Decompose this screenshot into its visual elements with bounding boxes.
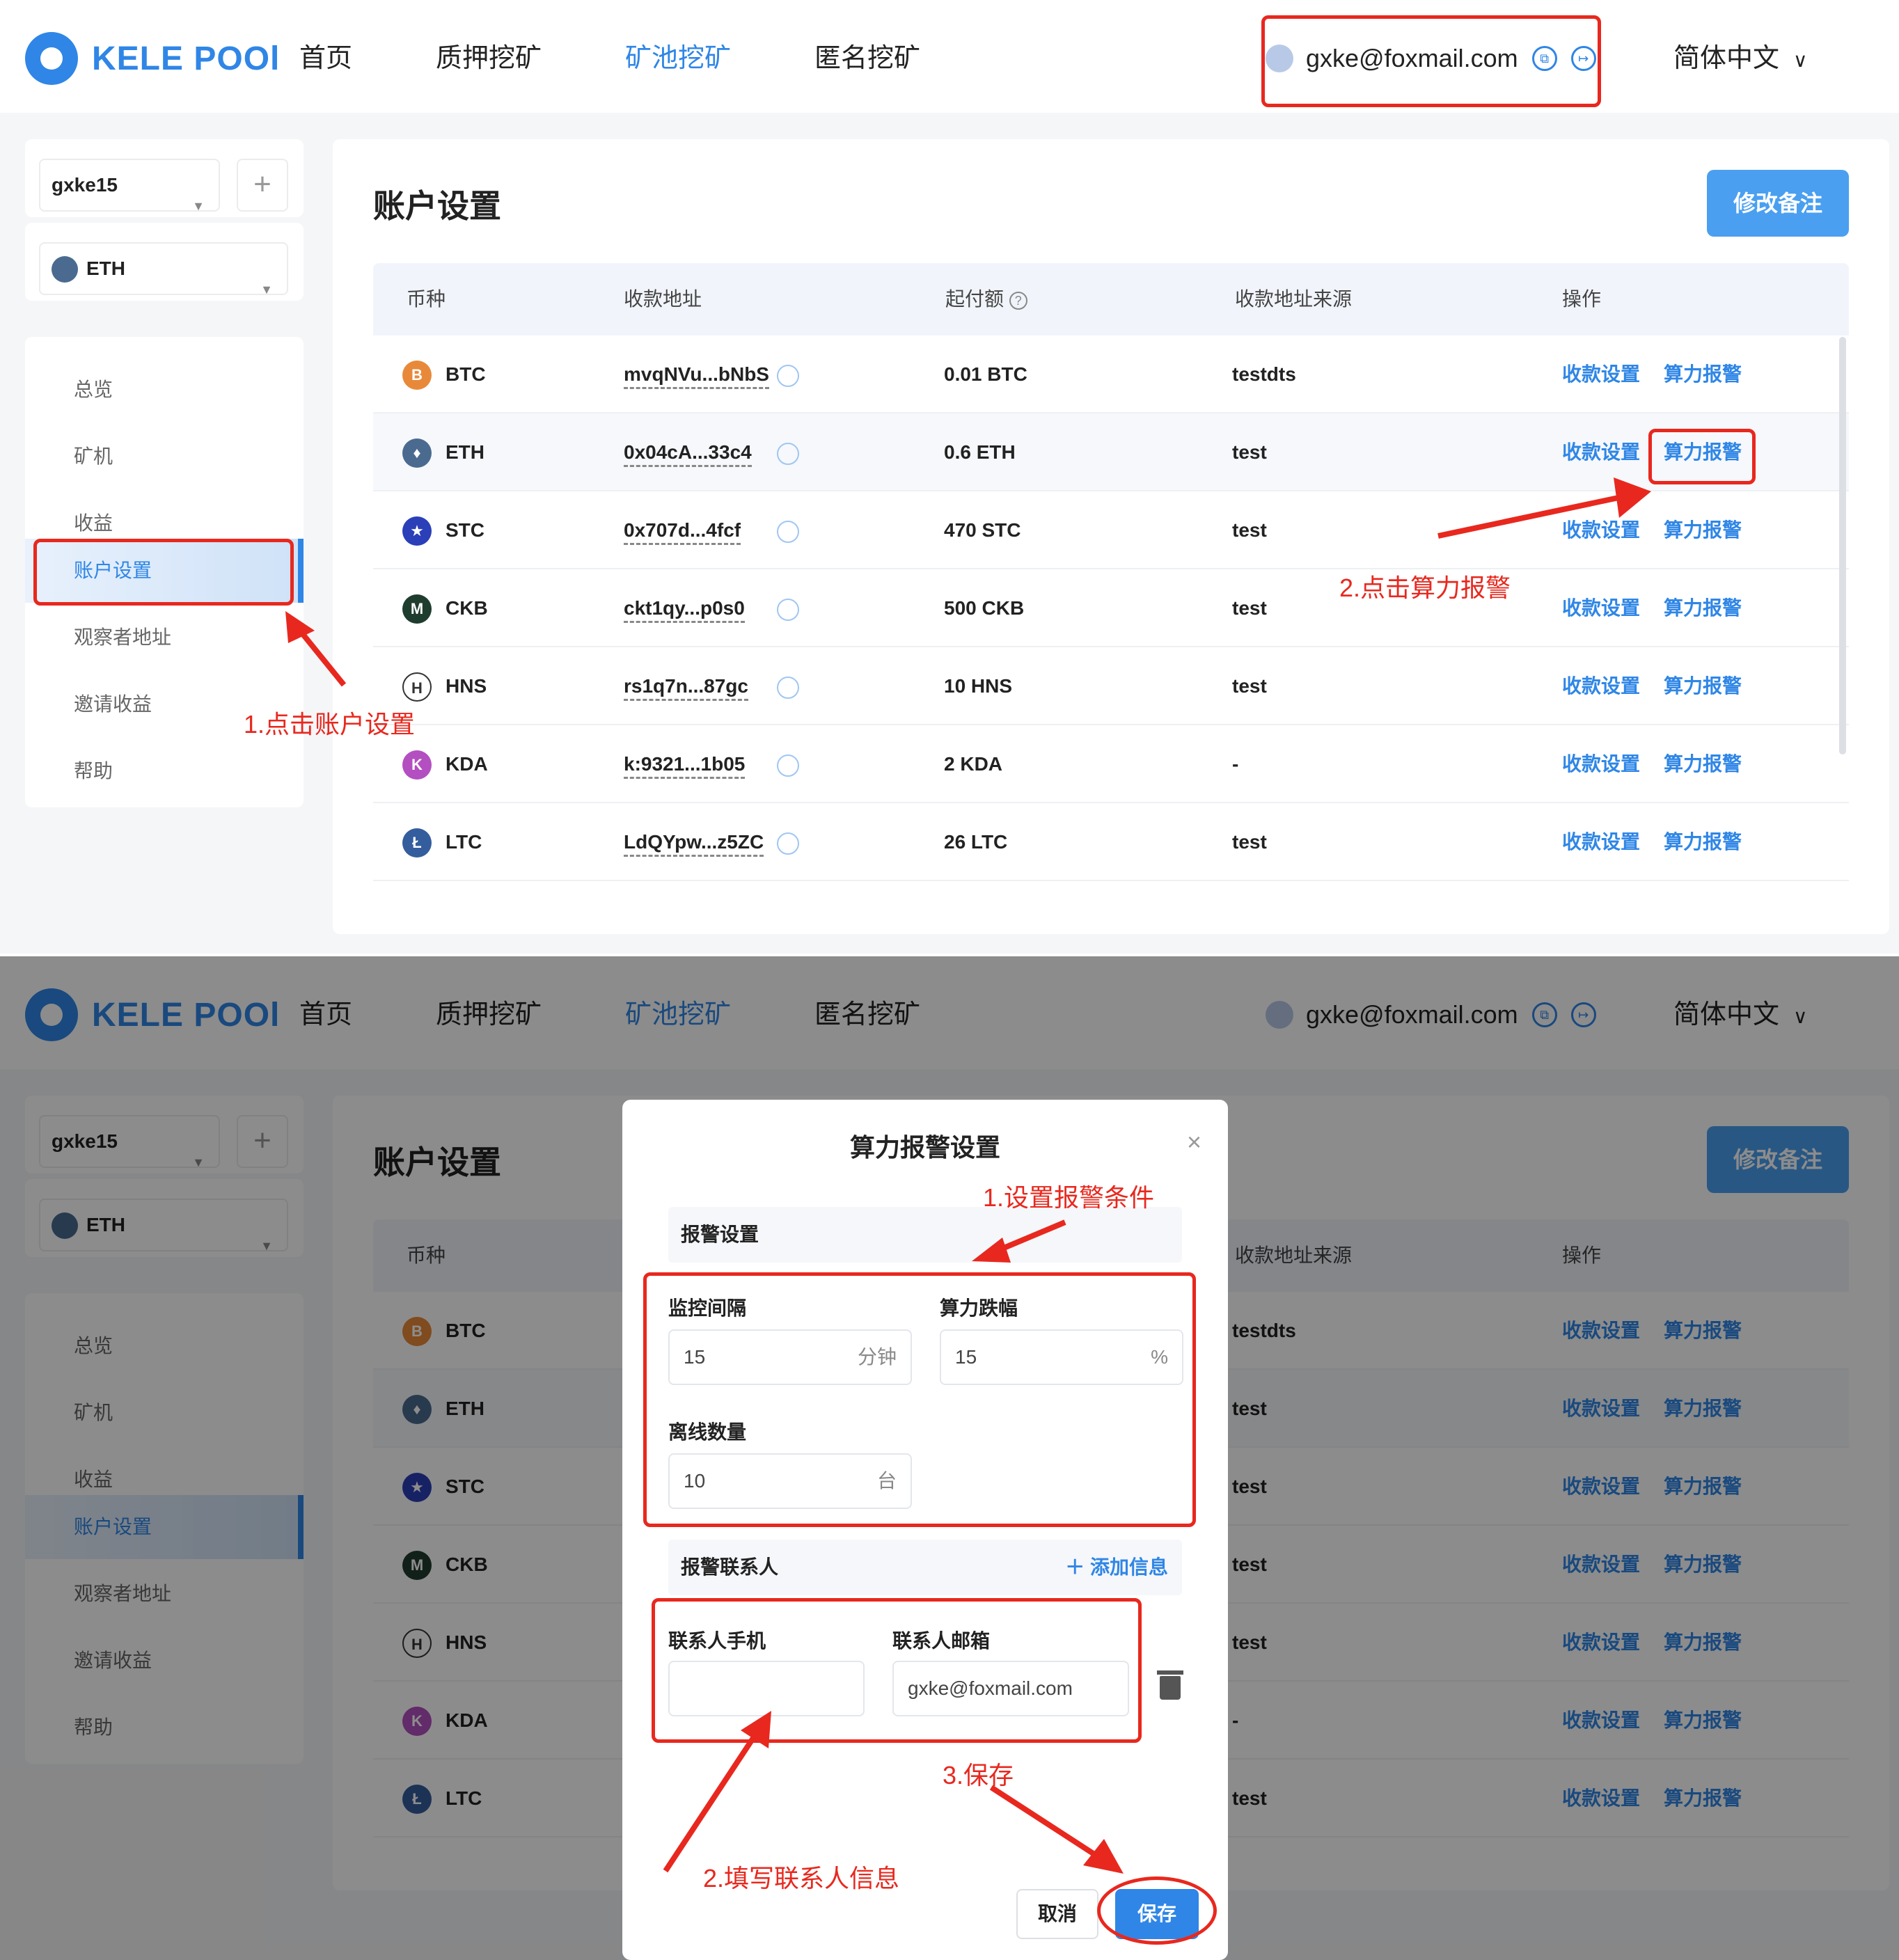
account-settings-screen: KELE POOl 首页 质押挖矿 矿池挖矿 匿名挖矿 gxke@foxmail…: [0, 0, 1899, 954]
annotation-arrows: [285, 477, 1651, 687]
alert-settings-screen: KELE POOl 首页 质押挖矿 矿池挖矿 匿名挖矿 gxke@foxmail…: [0, 956, 1899, 1960]
annotation-arrows: [663, 1219, 1124, 1874]
